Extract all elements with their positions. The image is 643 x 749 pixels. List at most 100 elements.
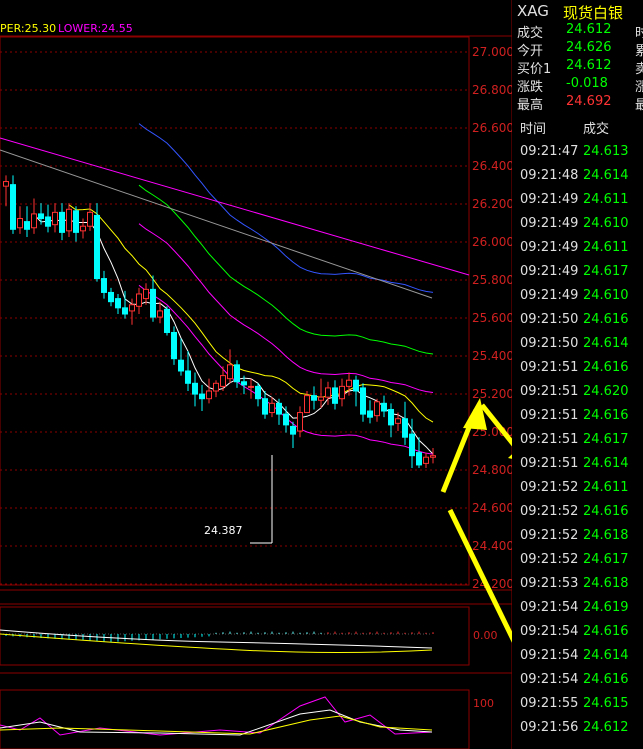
candle-body bbox=[374, 401, 380, 417]
quote-field-label: 最高 bbox=[517, 98, 544, 113]
macd-dea-line bbox=[0, 633, 433, 653]
symbol-header: XAG 现货白银 bbox=[513, 0, 643, 22]
tick-time: 09:21:50 bbox=[520, 312, 579, 327]
candle-body bbox=[325, 387, 331, 398]
price-axis-label: 25.800 bbox=[472, 273, 512, 287]
kdj-j-line bbox=[0, 696, 433, 736]
tick-price: 24.619 bbox=[583, 600, 629, 615]
tick-header-price: 成交 bbox=[583, 122, 610, 137]
ma30-line bbox=[138, 184, 434, 355]
tick-time: 09:21:51 bbox=[520, 384, 579, 399]
tick-price: 24.616 bbox=[583, 408, 629, 423]
tick-time: 09:21:51 bbox=[520, 360, 579, 375]
candle-body bbox=[213, 382, 219, 392]
price-axis-label: 26.200 bbox=[472, 197, 512, 211]
candle-body bbox=[360, 387, 366, 415]
tick-time: 09:21:49 bbox=[520, 240, 579, 255]
candle-body bbox=[150, 288, 156, 318]
price-axis-label: 26.600 bbox=[472, 121, 512, 135]
price-axis-label: 24.200 bbox=[472, 577, 512, 591]
tick-row: 09:21:48 24.614 bbox=[513, 168, 643, 192]
candle-body bbox=[220, 375, 226, 387]
quote-field-value: 24.612 bbox=[566, 58, 612, 73]
tick-row: 09:21:56 24.612 bbox=[513, 720, 643, 744]
candle-body bbox=[290, 425, 296, 435]
candle-body bbox=[17, 218, 23, 229]
candle-body bbox=[255, 385, 261, 400]
tick-time: 09:21:54 bbox=[520, 672, 579, 687]
candle-body bbox=[45, 216, 51, 227]
tick-row: 09:21:49 24.610 bbox=[513, 216, 643, 240]
tick-price: 24.614 bbox=[583, 648, 629, 663]
tick-time: 09:21:54 bbox=[520, 624, 579, 639]
candle-body bbox=[395, 418, 401, 424]
candle-body bbox=[73, 210, 79, 233]
quote-field-extra: 卖 bbox=[635, 62, 643, 77]
tick-row: 09:21:55 24.615 bbox=[513, 696, 643, 720]
tick-price: 24.616 bbox=[583, 672, 629, 687]
candle-body bbox=[94, 214, 100, 280]
candle-body bbox=[129, 304, 135, 312]
quote-field-label: 买价1 bbox=[517, 62, 552, 77]
tick-row: 09:21:47 24.613 bbox=[513, 144, 643, 168]
tick-time: 09:21:51 bbox=[520, 456, 579, 471]
tick-price: 24.618 bbox=[583, 528, 629, 543]
quote-field-label: 今开 bbox=[517, 44, 544, 59]
tick-price: 24.610 bbox=[583, 288, 629, 303]
tick-row: 09:21:50 24.616 bbox=[513, 312, 643, 336]
quote-field-value: 24.626 bbox=[566, 40, 612, 55]
quote-panel: XAG 现货白银 成交 24.612 时今开 24.626 累买价1 24.612 卖涨跌 -… bbox=[513, 0, 643, 749]
quote-field-extra: 涨 bbox=[635, 80, 643, 95]
tick-time: 09:21:54 bbox=[520, 648, 579, 663]
candle-body bbox=[52, 211, 58, 226]
price-axis-label: 27.000 bbox=[472, 45, 512, 59]
quote-field-value: 24.692 bbox=[566, 94, 612, 109]
candle-body bbox=[353, 379, 359, 392]
tick-row: 09:21:52 24.616 bbox=[513, 504, 643, 528]
price-axis-label: 25.600 bbox=[472, 311, 512, 325]
candle-body bbox=[31, 213, 37, 229]
price-axis-label: 25.200 bbox=[472, 387, 512, 401]
ma60-line bbox=[138, 123, 434, 293]
tick-time: 09:21:51 bbox=[520, 432, 579, 447]
tick-price: 24.613 bbox=[583, 144, 629, 159]
candle-body bbox=[115, 298, 121, 309]
tick-price: 24.616 bbox=[583, 624, 629, 639]
tick-price: 24.617 bbox=[583, 552, 629, 567]
tick-row: 09:21:49 24.617 bbox=[513, 264, 643, 288]
trend-line-upper bbox=[0, 137, 470, 276]
price-axis-label: 24.800 bbox=[472, 463, 512, 477]
candle-body bbox=[388, 408, 394, 426]
candle-body bbox=[276, 402, 282, 415]
tick-row: 09:21:51 24.614 bbox=[513, 456, 643, 480]
tick-time: 09:21:48 bbox=[520, 168, 579, 183]
tick-price: 24.614 bbox=[583, 456, 629, 471]
tick-time: 09:21:49 bbox=[520, 264, 579, 279]
candle-body bbox=[318, 396, 324, 401]
kline-chart[interactable]: PER:25.30 LOWER:24.55 27.000 26.800 26.600 26… bbox=[0, 0, 512, 749]
tick-row: 09:21:49 24.611 bbox=[513, 192, 643, 216]
tick-time: 09:21:56 bbox=[520, 720, 579, 735]
quote-field-label: 涨跌 bbox=[517, 80, 544, 95]
candle-body bbox=[367, 410, 373, 418]
tick-row: 09:21:50 24.614 bbox=[513, 336, 643, 360]
tick-time: 09:21:52 bbox=[520, 528, 579, 543]
candle-body bbox=[101, 278, 107, 293]
candle-body bbox=[24, 221, 30, 230]
quote-field-extra: 最 bbox=[635, 98, 643, 113]
tick-price: 24.618 bbox=[583, 576, 629, 591]
tick-price: 24.615 bbox=[583, 696, 629, 711]
tick-row: 09:21:51 24.617 bbox=[513, 432, 643, 456]
tick-row: 09:21:49 24.610 bbox=[513, 288, 643, 312]
low-marker-label: 24.387 bbox=[204, 524, 243, 537]
candle-body bbox=[164, 308, 170, 333]
tick-price: 24.617 bbox=[583, 432, 629, 447]
tick-price: 24.612 bbox=[583, 720, 629, 735]
tick-time: 09:21:54 bbox=[520, 600, 579, 615]
candle-body bbox=[297, 412, 303, 432]
tick-row: 09:21:51 24.616 bbox=[513, 360, 643, 384]
tick-time: 09:21:49 bbox=[520, 216, 579, 231]
tick-header-time: 时间 bbox=[520, 122, 547, 137]
tick-time: 09:21:52 bbox=[520, 552, 579, 567]
tick-row: 09:21:54 24.616 bbox=[513, 624, 643, 648]
